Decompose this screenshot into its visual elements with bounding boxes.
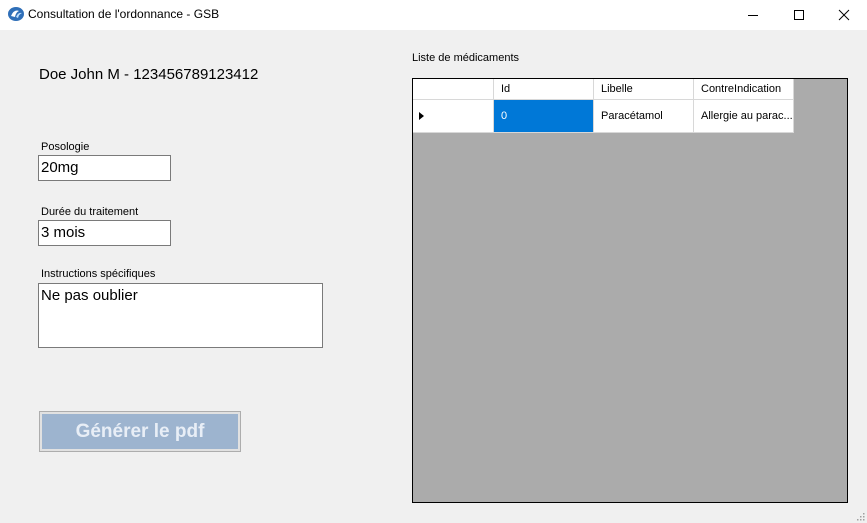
medications-grid[interactable]: Id Libelle ContreIndication 0 Paracétamo…: [412, 78, 848, 503]
generate-pdf-button[interactable]: Générer le pdf: [39, 411, 241, 452]
table-row[interactable]: 0 Paracétamol Allergie au parac...: [413, 100, 794, 133]
column-header-id[interactable]: Id: [494, 79, 594, 100]
close-icon: [838, 9, 850, 21]
instructions-label: Instructions spécifiques: [41, 268, 156, 280]
duree-label: Durée du traitement: [41, 206, 139, 218]
column-header-libelle[interactable]: Libelle: [594, 79, 694, 100]
maximize-button[interactable]: [776, 0, 822, 30]
grid-header-row: Id Libelle ContreIndication: [413, 79, 794, 100]
row-header[interactable]: [413, 100, 494, 133]
patient-label: Doe John M - 123456789123412: [39, 66, 259, 83]
window-title: Consultation de l'ordonnance - GSB: [28, 7, 220, 21]
title-bar: Consultation de l'ordonnance - GSB: [0, 0, 867, 30]
minimize-icon: [748, 15, 758, 16]
posologie-field[interactable]: 20mg: [38, 155, 171, 181]
cell-contreindication[interactable]: Allergie au parac...: [694, 100, 794, 133]
duree-field[interactable]: 3 mois: [38, 220, 171, 246]
gsb-logo-icon: [8, 7, 24, 21]
instructions-field[interactable]: Ne pas oublier: [38, 283, 323, 348]
resize-grip-icon[interactable]: [855, 511, 865, 521]
maximize-icon: [794, 10, 804, 20]
cell-libelle[interactable]: Paracétamol: [594, 100, 694, 133]
cell-id[interactable]: 0: [494, 100, 594, 133]
close-button[interactable]: [821, 0, 867, 30]
minimize-button[interactable]: [730, 0, 776, 30]
current-row-arrow-icon: [419, 112, 424, 120]
generate-pdf-label: Générer le pdf: [42, 414, 238, 449]
posologie-label: Posologie: [41, 141, 90, 153]
column-header-contreindication[interactable]: ContreIndication: [694, 79, 794, 100]
medications-title: Liste de médicaments: [412, 52, 519, 64]
row-header-corner[interactable]: [413, 79, 494, 100]
